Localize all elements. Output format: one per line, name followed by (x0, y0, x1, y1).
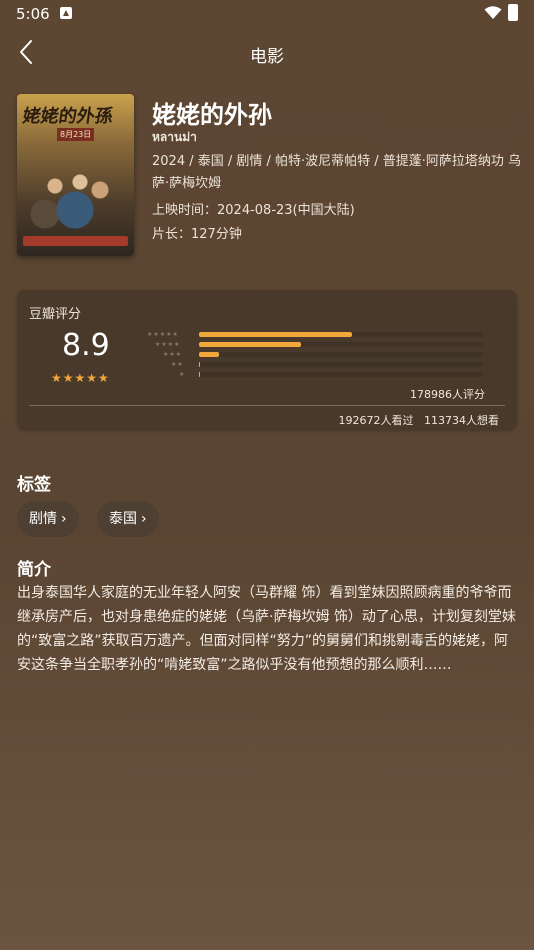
rating-bar-track (199, 372, 483, 377)
tag-label: 剧情 (29, 511, 57, 527)
star-level-icon: ★★ (171, 361, 184, 368)
top-bar: 电影 (0, 28, 534, 76)
rating-bar-fill (199, 332, 353, 337)
tag-drama[interactable]: 剧情 › (17, 501, 79, 537)
rating-label: 豆瓣评分 (29, 307, 82, 322)
rating-bar-track (199, 342, 483, 347)
notification-icon (60, 7, 72, 19)
release-date: 上映时间：2024-08-23(中国大陆) (152, 203, 355, 218)
watched-count: 192672人看过 (338, 414, 414, 427)
rating-bar-fill (199, 362, 201, 367)
page-title: 电影 (250, 47, 284, 67)
star-level-icon: ★ (179, 371, 186, 378)
movie-duration: 片长：127分钟 (152, 227, 242, 242)
status-time: 5:06 (16, 5, 50, 23)
wish-count: 113734人想看 (424, 414, 499, 427)
rating-count: 178986人评分 (410, 388, 485, 401)
rating-bar-fill (199, 372, 200, 377)
movie-poster[interactable]: 姥姥的外孫 8月23日 (17, 94, 134, 256)
chevron-right-icon: › (141, 511, 147, 527)
rating-bar-track (199, 352, 483, 357)
rating-divider (29, 405, 505, 406)
intro-text: 出身泰国华人家庭的无业年轻人阿安（马群耀 饰）看到堂妹因照顾病重的爷爷而继承房产… (17, 585, 516, 673)
poster-artwork (25, 154, 125, 234)
tag-label: 泰国 (109, 511, 137, 527)
tag-thailand[interactable]: 泰国 › (97, 501, 159, 537)
battery-icon (508, 4, 518, 21)
star-level-icon: ★★★★ (155, 341, 181, 348)
original-title: หลานม่า (152, 130, 197, 144)
wifi-icon (484, 6, 502, 19)
star-level-icon: ★★★ (163, 351, 183, 358)
intro-section-title: 简介 (17, 560, 51, 580)
star-level-icon: ★★★★★ (147, 331, 179, 338)
status-bar: 5:06 (0, 0, 534, 28)
rating-bar-fill (199, 342, 302, 347)
chevron-right-icon: › (61, 511, 67, 527)
movie-meta: 2024 / 泰国 / 剧情 / 帕特·波尼蒂帕特 / 普提蓬·阿萨拉塔纳功 乌… (152, 154, 522, 191)
poster-title-text: 姥姥的外孫 (21, 106, 115, 127)
rating-bar-track (199, 362, 483, 367)
rating-score: 8.9 (62, 328, 110, 363)
watch-stats: 192672人看过 113734人想看 (339, 412, 500, 428)
movie-title: 姥姥的外孙 (152, 101, 272, 129)
poster-banner (23, 236, 128, 246)
rating-bar-fill (199, 352, 219, 357)
rating-bar-track (199, 332, 483, 337)
rating-card[interactable]: 豆瓣评分 8.9 ★★★★★ ★★★★★ ★★★★ ★★★ ★★ ★ 178986人评分… (17, 290, 517, 430)
rating-stars-icon: ★★★★★ (51, 371, 110, 385)
poster-date-text: 8月23日 (57, 128, 95, 141)
tags-section-title: 标签 (17, 475, 51, 495)
